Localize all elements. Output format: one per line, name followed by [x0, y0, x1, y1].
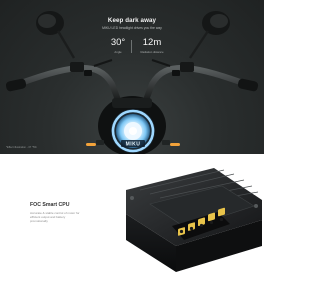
cpu-description: Accurate & stable control of motor for e…	[30, 211, 80, 224]
left-turn-signal	[86, 143, 96, 146]
headlight-hero-banner: MIKU Keep dark away MIKU LED headlight d…	[0, 0, 264, 154]
cpu-feature-section: FOC Smart CPU Accurate & stable control …	[0, 154, 264, 286]
stat-distance-caption: Radiation distance	[140, 50, 164, 54]
cpu-title: FOC Smart CPU	[30, 202, 70, 208]
headlight-brand-label: MIKU	[126, 142, 141, 148]
headlight: MIKU	[86, 96, 180, 154]
handlebar	[5, 59, 259, 103]
hero-footnote: *Effect illustration - 37 °5%	[6, 146, 37, 149]
hero-title: Keep dark away	[107, 17, 157, 24]
right-turn-signal	[170, 143, 180, 146]
stat-distance: 12m Radiation distance	[132, 37, 172, 55]
stat-distance-value: 12m	[142, 37, 162, 48]
hero-subtitle: MIKU LED headlight drives you the way	[102, 26, 162, 30]
